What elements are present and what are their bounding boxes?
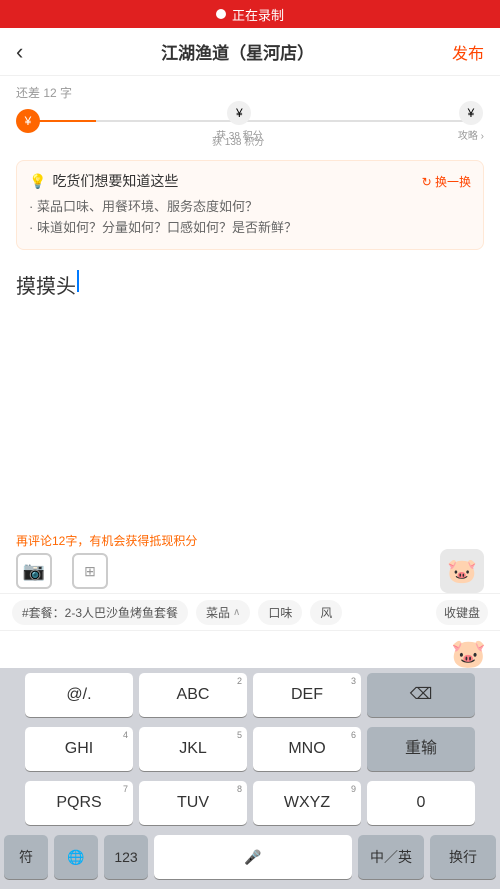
num-key-label: 123 [114, 849, 137, 865]
emoji-button[interactable]: 🐷 [451, 637, 486, 670]
points-bar: 还差 12 字 ¥ ¥ 获 38 积分 ¥ 攻略 › 获 138 积分 [0, 76, 500, 152]
key-mno-label: MNO [288, 741, 325, 757]
key-abc[interactable]: 2 ABC [139, 673, 247, 717]
key-wxyz[interactable]: 9 WXYZ [253, 781, 361, 825]
track-fill [36, 120, 96, 122]
tip-link[interactable]: 有机会获得抵现积分 [89, 534, 197, 548]
suggestion-box: 💡 吃货们想要知道这些 ↻ 换一换 菜品口味、用餐环境、服务态度如何？ 味道如何… [16, 160, 484, 250]
milestone-end-label: 攻略 › [458, 127, 484, 142]
back-button[interactable]: ‹ [16, 39, 23, 65]
record-dot-icon [216, 9, 226, 19]
chevron-up-icon: ∧ [233, 607, 240, 618]
return-key[interactable]: 换行 [430, 835, 496, 879]
sym-key-label: 符 [19, 847, 33, 867]
page-title: 江湖渔道（星河店） [161, 39, 314, 64]
camera-button[interactable]: 📷 [16, 553, 52, 589]
sticker-button[interactable]: 🐷 [440, 549, 484, 593]
progress-track: ¥ ¥ 获 38 积分 ¥ 攻略 › [16, 107, 484, 135]
refresh-button[interactable]: ↻ 换一换 [422, 173, 471, 190]
key-tuv-label: TUV [177, 795, 209, 811]
keyboard-row-2: 4 GHI 5 JKL 6 MNO 重输 [0, 722, 500, 776]
space-key[interactable]: 🎤 [154, 835, 352, 879]
chinese-key[interactable]: 中／英 [358, 835, 424, 879]
recording-text: 正在录制 [232, 5, 284, 24]
key-mno[interactable]: 6 MNO [253, 727, 361, 771]
tag-chip-2-label: 菜品 [206, 604, 230, 621]
milestone-mid: ¥ 获 38 积分 [216, 101, 263, 142]
tag-chip-1-label: #套餐：2-3人巴沙鱼烤鱼套餐 [22, 604, 178, 621]
publish-button[interactable]: 发布 [452, 40, 484, 64]
suggestion-heading: 吃货们想要知道这些 [52, 171, 178, 191]
sym-key[interactable]: 符 [4, 835, 48, 879]
keyboard-row-1: @/. 2 ABC 3 DEF ⌫ [0, 668, 500, 722]
key-def-label: DEF [291, 687, 323, 703]
emoji-row: 🐷 [0, 633, 500, 673]
nav-bar: ‹ 江湖渔道（星河店） 发布 [0, 28, 500, 76]
milestone-mid-icon: ¥ [227, 101, 251, 125]
num-key[interactable]: 123 [104, 835, 148, 879]
keyboard-action-row: 符 🌐 123 🎤 中／英 换行 [0, 830, 500, 889]
tag-chip-2[interactable]: 菜品 ∧ [196, 600, 250, 625]
key-tuv[interactable]: 8 TUV [139, 781, 247, 825]
globe-key[interactable]: 🌐 [54, 835, 98, 879]
tag-chip-3-label: 口味 [268, 604, 292, 621]
lightbulb-icon: 💡 [29, 173, 46, 190]
tag-chip-1[interactable]: #套餐：2-3人巴沙鱼烤鱼套餐 [12, 600, 188, 625]
tags-bar: #套餐：2-3人巴沙鱼烤鱼套餐 菜品 ∧ 口味 风 收键盘 [0, 593, 500, 631]
tag-chip-4[interactable]: 风 [310, 600, 342, 625]
camera-area: 📷 ⊞ [16, 553, 108, 589]
key-ghi[interactable]: 4 GHI [25, 727, 133, 771]
key-wxyz-label: WXYZ [284, 795, 330, 811]
key-def[interactable]: 3 DEF [253, 673, 361, 717]
milestone-end: ¥ 攻略 › [458, 101, 484, 142]
input-content[interactable]: 摸摸头 [16, 270, 484, 299]
key-jkl[interactable]: 5 JKL [139, 727, 247, 771]
key-zero[interactable]: 0 [367, 781, 475, 825]
bottom-tip: 再评论12字，有机会获得抵现积分 [16, 532, 484, 549]
tag-chip-4-label: 风 [320, 604, 332, 621]
remaining-chars-text: 还差 12 字 [16, 84, 484, 101]
album-button[interactable]: ⊞ [72, 553, 108, 589]
key-jkl-label: JKL [179, 741, 207, 757]
key-at[interactable]: @/. [25, 673, 133, 717]
key-zero-label: 0 [417, 795, 426, 811]
milestone-start: ¥ [16, 109, 40, 133]
suggestion-item-1: 菜品口味、用餐环境、服务态度如何？ [29, 197, 471, 218]
return-key-label: 换行 [449, 847, 477, 867]
mic-icon: 🎤 [244, 849, 261, 866]
keyboard-hide-button[interactable]: 收键盘 [436, 600, 488, 625]
key-delete[interactable]: ⌫ [367, 673, 475, 717]
key-at-label: @/. [66, 687, 91, 703]
tip-prefix: 再评论12字， [16, 534, 89, 548]
globe-icon: 🌐 [67, 849, 84, 866]
key-ghi-label: GHI [65, 741, 93, 757]
input-text-value: 摸摸头 [16, 270, 76, 299]
suggestion-title: 💡 吃货们想要知道这些 ↻ 换一换 [29, 171, 471, 191]
key-abc-label: ABC [177, 687, 210, 703]
suggestion-title-text: 💡 吃货们想要知道这些 [29, 171, 178, 191]
delete-icon: ⌫ [410, 687, 433, 703]
recording-indicator: 正在录制 [216, 5, 284, 24]
tag-chip-3[interactable]: 口味 [258, 600, 302, 625]
text-cursor [77, 270, 79, 292]
key-reenter-label: 重输 [405, 741, 437, 757]
key-pqrs-label: PQRS [56, 795, 101, 811]
keyboard-row-3: 7 PQRS 8 TUV 9 WXYZ 0 [0, 776, 500, 830]
milestone-coin-icon: ¥ [16, 109, 40, 133]
keyboard: @/. 2 ABC 3 DEF ⌫ 4 GHI 5 JKL 6 MNO 重输 [0, 668, 500, 889]
milestone-end-icon: ¥ [459, 101, 483, 125]
status-bar: 正在录制 [0, 0, 500, 28]
suggestion-list: 菜品口味、用餐环境、服务态度如何？ 味道如何？分量如何？口感如何？是否新鲜？ [29, 197, 471, 239]
chinese-key-label: 中／英 [370, 847, 412, 867]
key-reenter[interactable]: 重输 [367, 727, 475, 771]
text-input-area[interactable]: 摸摸头 [0, 258, 500, 338]
key-pqrs[interactable]: 7 PQRS [25, 781, 133, 825]
suggestion-item-2: 味道如何？分量如何？口感如何？是否新鲜？ [29, 218, 471, 239]
milestone-mid-label: 获 38 积分 [216, 127, 263, 142]
